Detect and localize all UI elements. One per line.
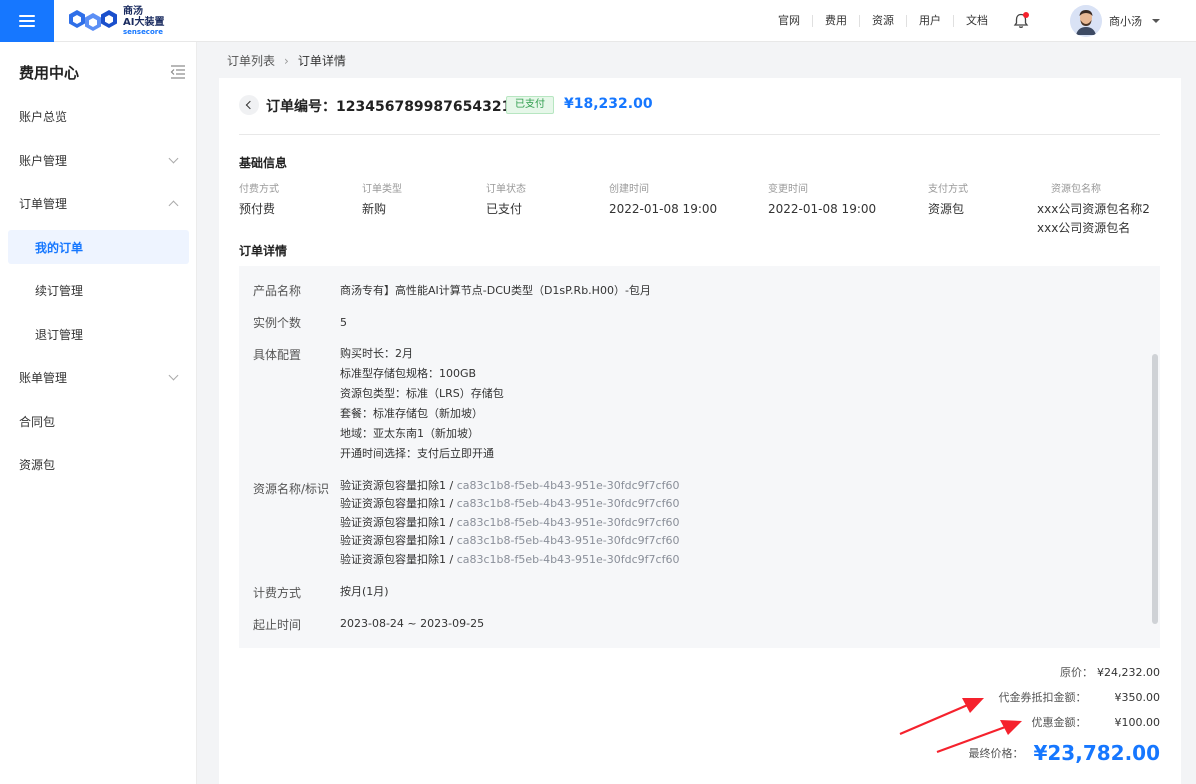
breadcrumb: 订单列表 › 订单详情 (227, 52, 346, 69)
top-nav: 官网 费用 资源 用户 文档 (766, 0, 1000, 42)
resource-id-label: 资源名称/标识 (253, 482, 330, 496)
order-status-value: 已支付 (486, 202, 523, 216)
user-menu[interactable]: 商小汤 (1070, 5, 1160, 37)
voucher-row: 代金券抵扣金额： ¥350.00 (999, 689, 1161, 705)
breadcrumb-order-detail: 订单详情 (297, 54, 346, 68)
sidebar-item-unsubscribe-management[interactable]: 退订管理 (8, 317, 189, 351)
nav-resources[interactable]: 资源 (859, 15, 906, 27)
product-name-value: 商汤专有】高性能AI计算节点-DCU类型（D1sP.Rb.H00）-包月 (340, 284, 651, 297)
billing-method-label: 计费方式 (253, 586, 302, 600)
collapse-menu-icon[interactable] (170, 65, 186, 79)
config-line: 标准型存储包规格：100GB (340, 367, 477, 380)
chevron-down-icon (168, 370, 179, 381)
discount-value: ¥100.00 (1114, 715, 1161, 729)
nav-billing[interactable]: 费用 (812, 15, 859, 27)
discount-label: 优惠金额： (1031, 716, 1087, 729)
notification-dot (1023, 12, 1029, 18)
chevron-down-icon (168, 153, 179, 164)
sidebar-item-order-management[interactable]: 订单管理 (8, 186, 189, 220)
sidebar-item-my-orders[interactable]: 我的订单 (8, 230, 189, 264)
order-amount: ¥18,232.00 (564, 96, 653, 112)
order-detail-title: 订单详情 (239, 244, 288, 258)
final-price-row: 最终价格： ¥23,782.00 (968, 741, 1160, 765)
final-price-value: ¥23,782.00 (1033, 741, 1160, 765)
sidebar-title: 费用中心 (19, 64, 80, 82)
changed-time-value: 2022-01-08 19:00 (768, 202, 877, 216)
voucher-value: ¥350.00 (1114, 690, 1161, 704)
user-name: 商小汤 (1109, 15, 1142, 28)
nav-docs[interactable]: 文档 (953, 15, 1000, 27)
chevron-right-icon: › (284, 53, 289, 68)
scrollbar[interactable] (1152, 354, 1158, 624)
nav-official-site[interactable]: 官网 (766, 15, 812, 27)
resource-item: 验证资源包容量扣除1 / ca83c1b8-f5eb-4b43-951e-30f… (340, 534, 680, 548)
resource-list: 验证资源包容量扣除1 / ca83c1b8-f5eb-4b43-951e-30f… (340, 477, 679, 569)
basic-info-title: 基础信息 (239, 156, 288, 170)
period-value: 2023-08-24 ~ 2023-09-25 (340, 617, 485, 630)
order-type-label: 订单类型 (362, 184, 402, 195)
resource-package-name-value: xxx公司资源包名称2 xxx公司资源包名 (1037, 202, 1150, 235)
config-line: 地域：亚太东南1（新加坡） (340, 427, 479, 440)
sidebar-item-resource-package[interactable]: 资源包 (8, 447, 189, 481)
resource-package-name-label: 资源包名称 (1051, 184, 1101, 195)
created-time-value: 2022-01-08 19:00 (609, 202, 718, 216)
chevron-down-icon[interactable] (1152, 19, 1160, 23)
voucher-label: 代金券抵扣金额： (998, 691, 1087, 704)
config-list: 购买时长：2月 标准型存储包规格：100GB 资源包类型：标准（LRS）存储包 … (340, 344, 504, 464)
config-line: 开通时间选择：支付后立即开通 (340, 447, 494, 460)
sidebar-item-contract-package[interactable]: 合同包 (8, 404, 189, 438)
instance-count-value: 5 (340, 316, 347, 329)
sidebar-item-bill-management[interactable]: 账单管理 (8, 360, 189, 394)
resource-item: 验证资源包容量扣除1 / ca83c1b8-f5eb-4b43-951e-30f… (340, 479, 680, 492)
chevron-up-icon (168, 200, 179, 211)
billing-method-value: 按月(1月) (340, 585, 389, 598)
sidebar-item-renewal-management[interactable]: 续订管理 (8, 273, 189, 307)
order-number-title: 订单编号：123456789987654321 (266, 99, 512, 115)
status-badge: 已支付 (506, 96, 554, 114)
menu-button[interactable] (0, 0, 54, 42)
config-line: 资源包类型：标准（LRS）存储包 (340, 387, 504, 400)
resource-item: 验证资源包容量扣除1 / ca83c1b8-f5eb-4b43-951e-30f… (340, 515, 680, 529)
logo-line-2: AI大装置 (123, 16, 165, 28)
original-price-label: 原价： (1060, 666, 1094, 679)
config-label: 具体配置 (253, 348, 302, 362)
payment-type-label: 付费方式 (239, 184, 279, 195)
avatar[interactable] (1070, 5, 1102, 37)
sidebar: 费用中心 账户总览 账户管理 订单管理 我的订单 续订管理 退订管理 账单管理 … (0, 42, 197, 784)
order-status-label: 订单状态 (486, 184, 526, 195)
breadcrumb-order-list[interactable]: 订单列表 (227, 52, 275, 69)
order-detail-box: 产品名称 商汤专有】高性能AI计算节点-DCU类型（D1sP.Rb.H00）-包… (239, 266, 1160, 648)
payment-method-value: 资源包 (928, 202, 965, 216)
final-price-label: 最终价格： (968, 747, 1024, 760)
original-price-value: ¥24,232.00 (1097, 665, 1160, 679)
sensecore-logo-icon (69, 10, 117, 31)
nav-users[interactable]: 用户 (906, 15, 953, 27)
order-detail-card: 订单编号：123456789987654321 已支付 ¥18,232.00 基… (219, 78, 1181, 784)
instance-count-label: 实例个数 (253, 316, 302, 330)
logo[interactable]: 商汤 AI大装置 sensecore (68, 6, 164, 36)
created-time-label: 创建时间 (609, 184, 649, 195)
divider (239, 134, 1160, 135)
hamburger-icon (19, 15, 35, 27)
payment-type-value: 预付费 (239, 202, 276, 216)
original-price-row: 原价： ¥24,232.00 (1060, 664, 1160, 680)
top-bar: 商汤 AI大装置 sensecore 官网 费用 资源 用户 文档 商小汤 (0, 0, 1196, 42)
resource-item: 验证资源包容量扣除1 / ca83c1b8-f5eb-4b43-951e-30f… (340, 497, 680, 511)
config-line: 套餐：标准存储包（新加坡） (340, 407, 483, 420)
order-type-value: 新购 (362, 202, 387, 216)
sidebar-item-account-overview[interactable]: 账户总览 (8, 99, 189, 133)
payment-method-label: 支付方式 (928, 184, 968, 195)
discount-row: 优惠金额： ¥100.00 (1032, 714, 1161, 730)
period-label: 起止时间 (253, 618, 302, 632)
config-line: 购买时长：2月 (340, 347, 413, 360)
changed-time-label: 变更时间 (768, 184, 808, 195)
bell-icon[interactable] (1012, 12, 1030, 30)
product-name-label: 产品名称 (253, 284, 302, 298)
back-icon[interactable] (239, 95, 259, 115)
logo-line-3: sensecore (123, 27, 163, 36)
logo-line-1: 商汤 (123, 5, 143, 17)
resource-item: 验证资源包容量扣除1 / ca83c1b8-f5eb-4b43-951e-30f… (340, 552, 680, 566)
sidebar-item-account-management[interactable]: 账户管理 (8, 143, 189, 177)
